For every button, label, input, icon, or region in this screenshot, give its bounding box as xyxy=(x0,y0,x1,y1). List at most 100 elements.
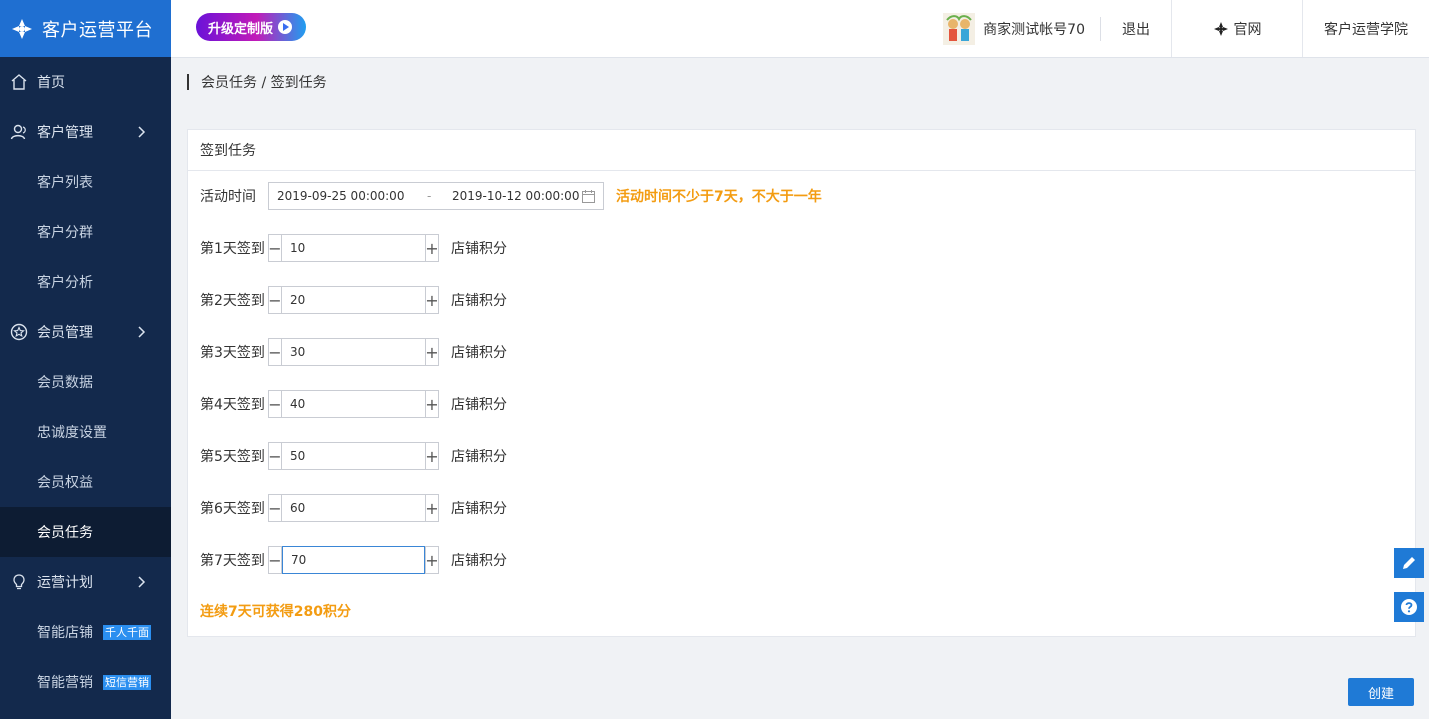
chevron-right-icon xyxy=(138,126,146,138)
points-stepper: − 20 + xyxy=(268,286,439,314)
date-range-picker[interactable]: 2019-09-25 00:00:00 - 2019-10-12 00:00:0… xyxy=(268,182,604,210)
points-input[interactable]: 40 xyxy=(282,390,425,418)
day-row: 第6天签到 − 60 + 店铺积分 xyxy=(200,494,507,522)
points-stepper: − 70 + xyxy=(268,546,439,574)
points-stepper: − 30 + xyxy=(268,338,439,366)
decrement-button[interactable]: − xyxy=(268,338,282,366)
day-row: 第1天签到 − 10 + 店铺积分 xyxy=(200,234,507,262)
activity-time-label: 活动时间 xyxy=(200,189,256,205)
logout-link[interactable]: 退出 xyxy=(1101,0,1171,57)
sidebar-item-customer-list[interactable]: 客户列表 xyxy=(0,157,171,207)
sidebar-item-home[interactable]: 首页 xyxy=(0,57,171,107)
points-stepper: − 50 + xyxy=(268,442,439,470)
decrement-button[interactable]: − xyxy=(268,494,282,522)
sidebar-item-member-data[interactable]: 会员数据 xyxy=(0,357,171,407)
question-icon xyxy=(1401,599,1417,615)
sidebar-nav: 首页 客户管理 客户列表 客户分群 客户分析 会员管理 会员数据 忠诚度设置 会… xyxy=(0,57,171,707)
feature-tag: 短信营销 xyxy=(103,674,151,690)
app-logo[interactable]: 客户运营平台 xyxy=(0,0,171,57)
sign-in-task-panel: 签到任务 活动时间 2019-09-25 00:00:00 - 2019-10-… xyxy=(187,129,1416,637)
official-site-icon xyxy=(1213,21,1228,36)
day-label: 第6天签到 xyxy=(200,501,265,517)
academy-label: 客户运营学院 xyxy=(1324,21,1408,38)
sidebar-item-operation-plan[interactable]: 运营计划 xyxy=(0,557,171,607)
points-input[interactable]: 50 xyxy=(282,442,425,470)
avatar xyxy=(943,12,976,45)
points-input[interactable]: 30 xyxy=(282,338,425,366)
breadcrumb: 会员任务 / 签到任务 xyxy=(187,72,327,92)
decrement-button[interactable]: − xyxy=(268,442,282,470)
day-label: 第3天签到 xyxy=(200,345,265,361)
sidebar-item-label: 客户列表 xyxy=(37,175,93,191)
sidebar-item-label: 智能营销 xyxy=(37,675,93,691)
start-date: 2019-09-25 00:00:00 xyxy=(277,189,405,203)
sidebar-item-label: 会员管理 xyxy=(37,325,93,341)
panel-title: 签到任务 xyxy=(188,130,1415,171)
day-row: 第3天签到 − 30 + 店铺积分 xyxy=(200,338,507,366)
decrement-button[interactable]: − xyxy=(268,546,282,574)
unit-label: 店铺积分 xyxy=(451,345,507,361)
day-label: 第7天签到 xyxy=(200,553,265,569)
points-input[interactable]: 10 xyxy=(282,234,425,262)
unit-label: 店铺积分 xyxy=(451,449,507,465)
day-row: 第2天签到 − 20 + 店铺积分 xyxy=(200,286,507,314)
calendar-icon xyxy=(582,190,595,203)
unit-label: 店铺积分 xyxy=(451,397,507,413)
chevron-right-icon xyxy=(138,576,146,588)
star-circle-icon xyxy=(10,323,28,341)
date-hint: 活动时间不少于7天，不大于一年 xyxy=(616,189,822,205)
day-label: 第2天签到 xyxy=(200,293,265,309)
points-input[interactable]: 20 xyxy=(282,286,425,314)
sidebar-item-label: 会员任务 xyxy=(37,525,93,541)
sidebar-item-label: 客户分群 xyxy=(37,225,93,241)
increment-button[interactable]: + xyxy=(425,234,439,262)
day-label: 第5天签到 xyxy=(200,449,265,465)
sidebar-item-customer-segments[interactable]: 客户分群 xyxy=(0,207,171,257)
edit-float-button[interactable] xyxy=(1394,548,1424,578)
increment-button[interactable]: + xyxy=(425,390,439,418)
upgrade-button[interactable]: 升级定制版 xyxy=(196,13,306,41)
account-info[interactable]: 商家测试帐号70 xyxy=(943,0,1100,57)
points-input[interactable]: 70 xyxy=(282,546,425,574)
increment-button[interactable]: + xyxy=(425,286,439,314)
increment-button[interactable]: + xyxy=(425,338,439,366)
day-label: 第4天签到 xyxy=(200,397,265,413)
points-stepper: − 40 + xyxy=(268,390,439,418)
decrement-button[interactable]: − xyxy=(268,234,282,262)
increment-button[interactable]: + xyxy=(425,442,439,470)
sidebar-item-member-management[interactable]: 会员管理 xyxy=(0,307,171,357)
breadcrumb-bar xyxy=(187,74,189,90)
decrement-button[interactable]: − xyxy=(268,286,282,314)
sidebar-item-smart-store[interactable]: 智能店铺 千人千面 xyxy=(0,607,171,657)
activity-time-row: 活动时间 2019-09-25 00:00:00 - 2019-10-12 00… xyxy=(200,182,822,210)
app-logo-icon xyxy=(12,18,32,39)
upgrade-label: 升级定制版 xyxy=(208,21,274,37)
pencil-icon xyxy=(1403,557,1415,569)
play-icon xyxy=(278,20,293,34)
end-date: 2019-10-12 00:00:00 xyxy=(452,189,580,203)
unit-label: 店铺积分 xyxy=(451,241,507,257)
logout-label: 退出 xyxy=(1122,21,1150,38)
breadcrumb-text: 会员任务 / 签到任务 xyxy=(201,75,327,91)
sidebar-item-label: 会员权益 xyxy=(37,475,93,491)
sidebar-item-smart-marketing[interactable]: 智能营销 短信营销 xyxy=(0,657,171,707)
unit-label: 店铺积分 xyxy=(451,293,507,309)
sidebar-item-customer-management[interactable]: 客户管理 xyxy=(0,107,171,157)
sidebar-item-member-benefits[interactable]: 会员权益 xyxy=(0,457,171,507)
home-icon xyxy=(10,73,28,91)
points-input[interactable]: 60 xyxy=(282,494,425,522)
sidebar-item-customer-analysis[interactable]: 客户分析 xyxy=(0,257,171,307)
sidebar-item-member-tasks[interactable]: 会员任务 xyxy=(0,507,171,557)
day-row: 第7天签到 − 70 + 店铺积分 xyxy=(200,546,507,574)
increment-button[interactable]: + xyxy=(425,494,439,522)
increment-button[interactable]: + xyxy=(425,546,439,574)
sidebar-item-label: 运营计划 xyxy=(37,575,93,591)
official-site-link[interactable]: 官网 xyxy=(1171,0,1302,57)
help-float-button[interactable] xyxy=(1394,592,1424,622)
lightbulb-icon xyxy=(10,573,28,591)
sidebar-item-loyalty-settings[interactable]: 忠诚度设置 xyxy=(0,407,171,457)
points-summary: 连续7天可获得280积分 xyxy=(200,604,351,620)
decrement-button[interactable]: − xyxy=(268,390,282,418)
create-button[interactable]: 创建 xyxy=(1348,678,1414,706)
academy-link[interactable]: 客户运营学院 xyxy=(1302,0,1429,57)
